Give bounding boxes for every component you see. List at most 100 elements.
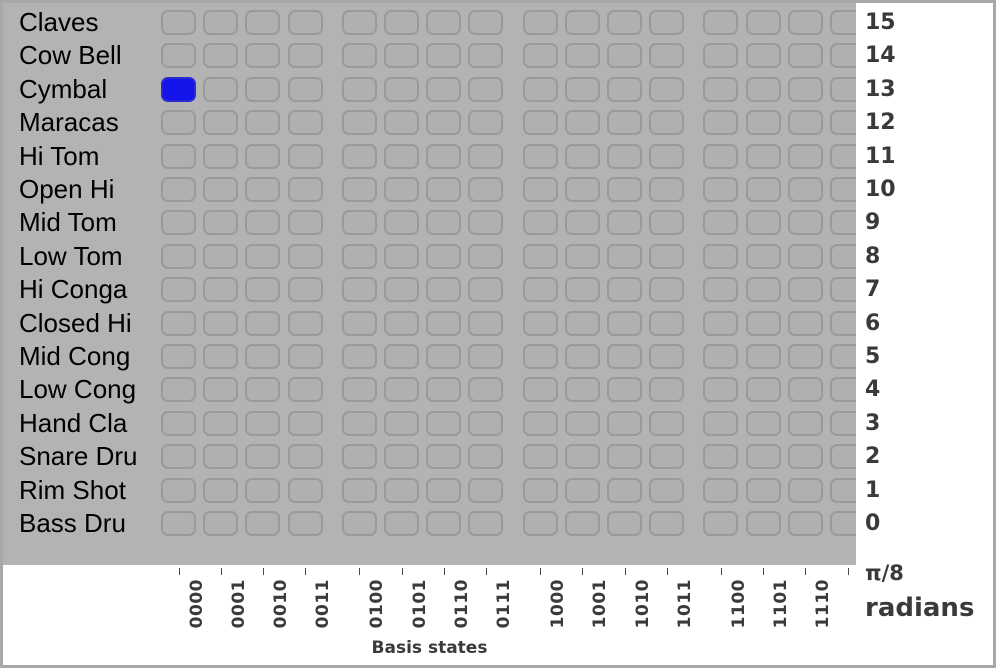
step-cell[interactable] xyxy=(426,43,462,69)
step-cell[interactable] xyxy=(564,511,600,536)
step-cell[interactable] xyxy=(341,310,377,336)
step-cell[interactable] xyxy=(287,511,323,536)
step-cell[interactable] xyxy=(522,110,558,136)
step-cell[interactable] xyxy=(287,310,323,336)
step-cell[interactable] xyxy=(522,344,558,369)
step-cell[interactable] xyxy=(287,477,323,503)
step-cell[interactable] xyxy=(564,210,600,236)
step-cell[interactable] xyxy=(287,277,323,303)
step-cell[interactable] xyxy=(245,243,281,269)
step-cell[interactable] xyxy=(787,511,823,536)
step-cell[interactable] xyxy=(564,143,600,169)
step-cell[interactable] xyxy=(745,110,781,136)
step-cell[interactable] xyxy=(384,43,419,69)
step-cell[interactable] xyxy=(745,43,781,69)
step-cell[interactable] xyxy=(341,277,377,303)
step-cell[interactable] xyxy=(384,10,419,35)
step-cell[interactable] xyxy=(787,10,823,35)
step-cell[interactable] xyxy=(649,143,685,169)
step-cell[interactable] xyxy=(564,277,600,303)
step-cell[interactable] xyxy=(341,210,377,236)
step-cell[interactable] xyxy=(564,444,600,470)
step-cell[interactable] xyxy=(161,177,196,202)
step-cell[interactable] xyxy=(522,511,558,536)
step-cell[interactable] xyxy=(161,477,196,503)
step-cell[interactable] xyxy=(341,43,377,69)
step-cell[interactable] xyxy=(341,243,377,269)
step-cell[interactable] xyxy=(341,143,377,169)
step-cell[interactable] xyxy=(161,511,196,536)
step-cell[interactable] xyxy=(468,43,504,69)
step-cell[interactable] xyxy=(384,177,419,202)
step-cell[interactable] xyxy=(649,344,685,369)
step-cell[interactable] xyxy=(287,210,323,236)
step-cell[interactable] xyxy=(522,210,558,236)
step-cell[interactable] xyxy=(384,243,419,269)
step-cell[interactable] xyxy=(384,143,419,169)
step-cell[interactable] xyxy=(245,477,281,503)
step-cell[interactable] xyxy=(787,177,823,202)
step-cell[interactable] xyxy=(703,310,739,336)
step-cell[interactable] xyxy=(384,76,419,102)
step-cell[interactable] xyxy=(787,210,823,236)
step-cell[interactable] xyxy=(341,76,377,102)
step-cell[interactable] xyxy=(703,377,739,403)
step-cell[interactable] xyxy=(161,43,196,69)
step-cell[interactable] xyxy=(649,277,685,303)
step-cell[interactable] xyxy=(426,76,462,102)
step-cell[interactable] xyxy=(607,511,642,536)
step-cell[interactable] xyxy=(341,10,377,35)
step-cell[interactable] xyxy=(245,76,281,102)
step-cell[interactable] xyxy=(607,377,642,403)
step-cell[interactable] xyxy=(607,210,642,236)
step-cell[interactable] xyxy=(607,10,642,35)
step-cell[interactable] xyxy=(564,76,600,102)
step-cell[interactable] xyxy=(607,477,642,503)
step-cell[interactable] xyxy=(245,310,281,336)
step-cell[interactable] xyxy=(287,243,323,269)
step-cell[interactable] xyxy=(607,76,642,102)
step-cell[interactable] xyxy=(161,243,196,269)
step-cell[interactable] xyxy=(468,511,504,536)
step-cell[interactable] xyxy=(384,410,419,436)
step-cell[interactable] xyxy=(522,377,558,403)
step-cell[interactable] xyxy=(203,210,239,236)
step-cell[interactable] xyxy=(564,43,600,69)
step-cell[interactable] xyxy=(703,10,739,35)
step-cell[interactable] xyxy=(703,210,739,236)
step-cell[interactable] xyxy=(703,143,739,169)
step-cell[interactable] xyxy=(468,277,504,303)
step-cell[interactable] xyxy=(161,444,196,470)
step-cell[interactable] xyxy=(203,110,239,136)
step-cell[interactable] xyxy=(245,410,281,436)
step-cell[interactable] xyxy=(384,210,419,236)
step-cell[interactable] xyxy=(649,511,685,536)
step-cell[interactable] xyxy=(703,76,739,102)
step-cell[interactable] xyxy=(245,10,281,35)
step-cell[interactable] xyxy=(384,110,419,136)
step-cell[interactable] xyxy=(522,310,558,336)
step-cell[interactable] xyxy=(161,310,196,336)
step-cell[interactable] xyxy=(649,43,685,69)
step-cell[interactable] xyxy=(426,210,462,236)
step-cell[interactable] xyxy=(703,277,739,303)
step-cell[interactable] xyxy=(564,10,600,35)
step-cell[interactable] xyxy=(649,210,685,236)
step-cell[interactable] xyxy=(203,310,239,336)
step-cell[interactable] xyxy=(245,344,281,369)
step-cell[interactable] xyxy=(245,43,281,69)
step-cell[interactable] xyxy=(245,277,281,303)
step-cell[interactable] xyxy=(426,410,462,436)
step-cell[interactable] xyxy=(468,377,504,403)
step-cell[interactable] xyxy=(649,310,685,336)
step-cell[interactable] xyxy=(745,410,781,436)
step-cell[interactable] xyxy=(426,10,462,35)
step-cell[interactable] xyxy=(649,76,685,102)
step-cell[interactable] xyxy=(203,477,239,503)
step-cell[interactable] xyxy=(564,410,600,436)
step-cell[interactable] xyxy=(703,243,739,269)
step-cell[interactable] xyxy=(287,110,323,136)
step-cell[interactable] xyxy=(522,243,558,269)
step-cell[interactable] xyxy=(161,110,196,136)
step-cell[interactable] xyxy=(426,143,462,169)
